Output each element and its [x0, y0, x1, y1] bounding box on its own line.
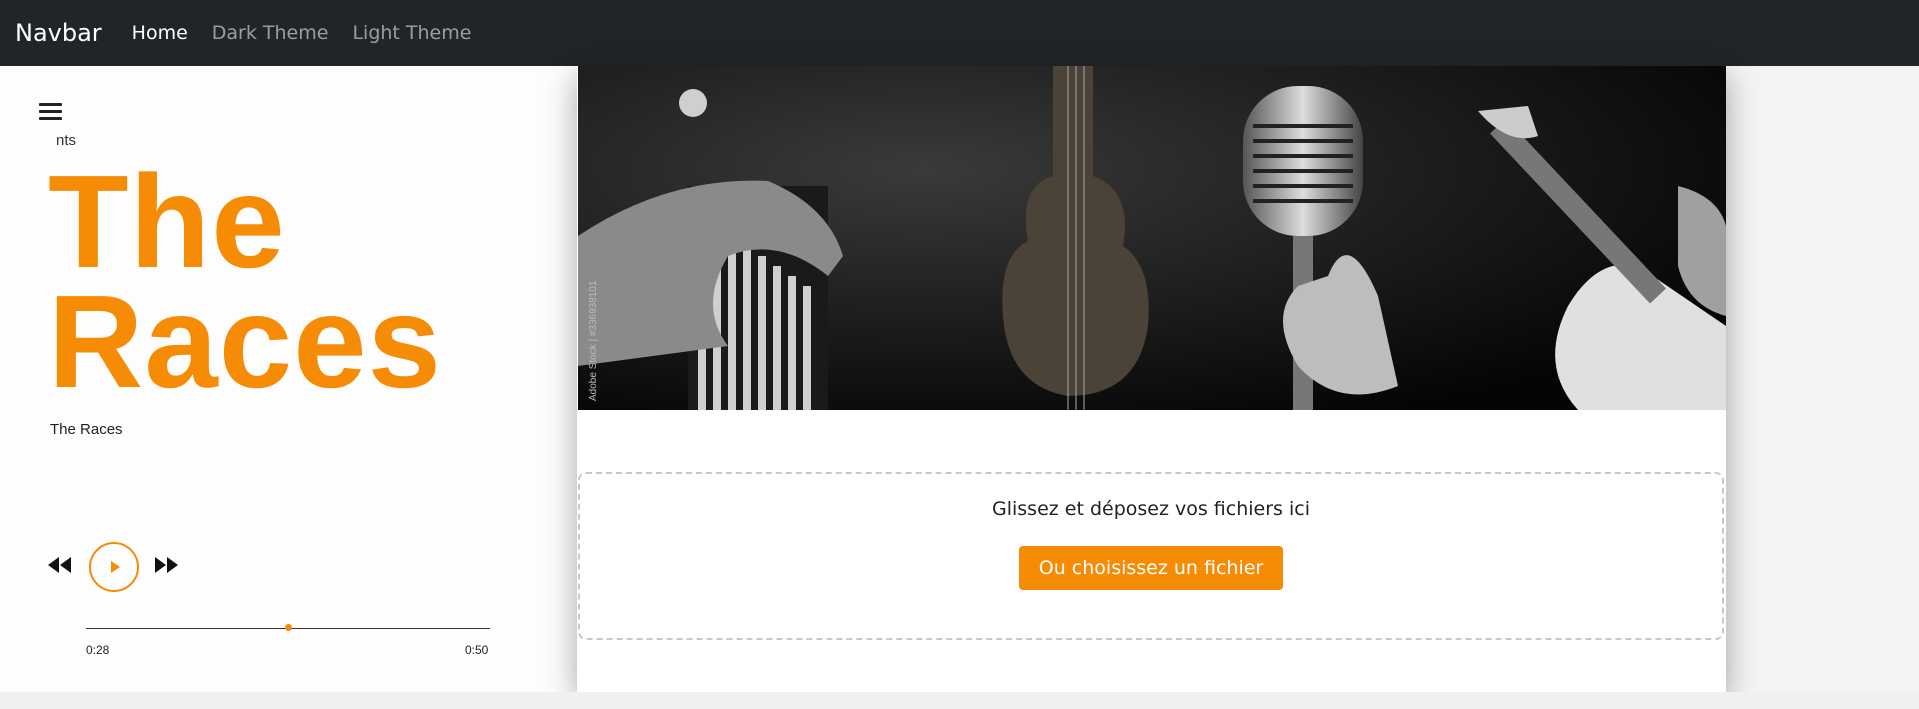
track-title: The Races: [48, 148, 478, 415]
navbar-brand[interactable]: Navbar: [15, 19, 102, 47]
page-bottom: [0, 692, 1919, 709]
instruments-banner-image: Adobe Stock | #336938101: [578, 66, 1726, 410]
nav-link-dark-theme[interactable]: Dark Theme: [212, 22, 329, 44]
current-time: 0:28: [86, 643, 110, 657]
track-title-line2: Races: [48, 268, 442, 415]
playlist-peek-label: nts: [56, 132, 77, 149]
navbar: Navbar Home Dark Theme Light Theme: [0, 0, 1919, 66]
banner-watermark: Adobe Stock | #336938101: [588, 280, 599, 401]
play-button[interactable]: [89, 542, 139, 592]
track-title-line1: The: [48, 148, 286, 295]
content-card: Adobe Stock | #336938101 Glissez et dépo…: [577, 66, 1726, 692]
music-player: nts The Races The Races 0:28 0:50: [0, 66, 578, 692]
file-dropzone[interactable]: Glissez et déposez vos fichiers ici Ou c…: [578, 472, 1724, 640]
playback-controls: [48, 542, 508, 602]
track-subtitle: The Races: [50, 421, 123, 438]
nav-link-home[interactable]: Home: [132, 22, 188, 44]
dropzone-text: Glissez et déposez vos fichiers ici: [992, 498, 1310, 520]
rewind-icon[interactable]: [48, 557, 72, 573]
hamburger-icon[interactable]: [39, 103, 62, 120]
fast-forward-icon[interactable]: [154, 557, 178, 573]
progress-thumb[interactable]: [285, 624, 292, 631]
nav-link-light-theme[interactable]: Light Theme: [352, 22, 471, 44]
duration-time: 0:50: [465, 643, 489, 657]
choose-file-button[interactable]: Ou choisissez un fichier: [1018, 546, 1284, 590]
progress-slider[interactable]: [86, 624, 490, 631]
